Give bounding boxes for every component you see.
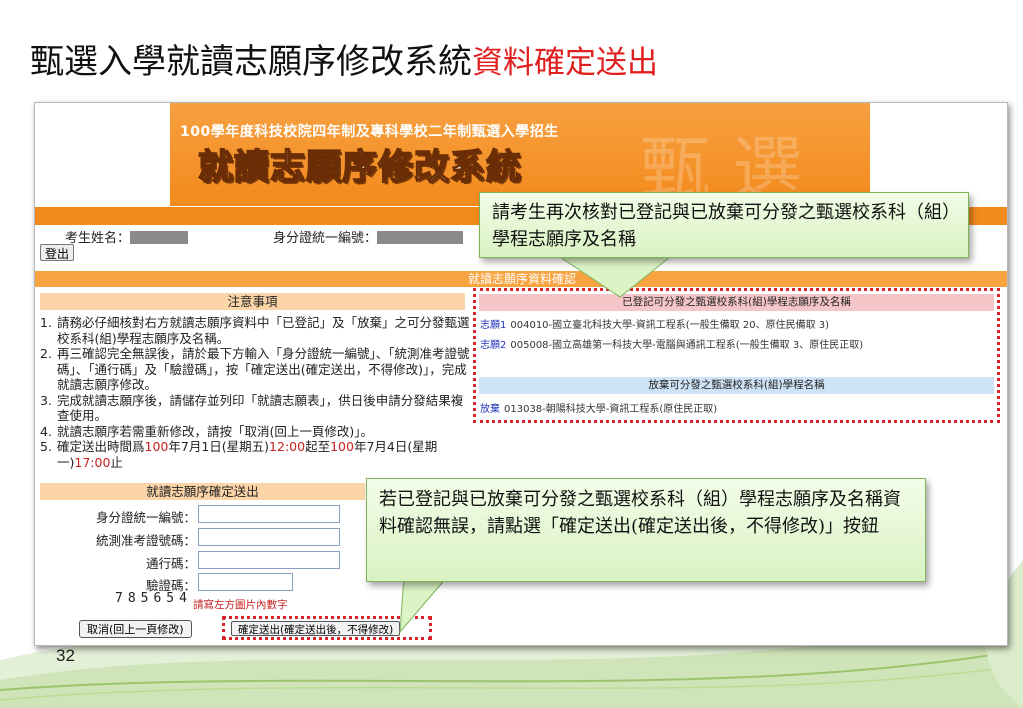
- page-number: 32: [56, 646, 75, 665]
- abandoned-heading: 放棄可分發之甄選校系科(組)學程名稱: [479, 377, 994, 394]
- captcha-image: 785654: [115, 591, 192, 606]
- callout-check-tail: [560, 256, 670, 298]
- callout-check: 請考生再次核對已登記與已放棄可分發之甄選校系科（組）學程志願序及名稱: [479, 192, 969, 258]
- id-number-label: 身分證統一編號：: [95, 510, 196, 525]
- logout-button[interactable]: 登出: [40, 244, 75, 261]
- confirm-heading: 就讀志願序確定送出: [40, 483, 365, 500]
- registered-row: 志願1 004010-國立臺北科技大學-資訊工程系(一般生備取 20、原住民備取 …: [480, 320, 830, 331]
- student-name-row: 考生姓名：: [65, 227, 189, 246]
- submit-button[interactable]: 確定送出(確定送出後，不得修改): [231, 621, 401, 636]
- registered-heading: 已登記可分發之甄選校系科(組)學程志願序及名稱: [479, 294, 994, 311]
- id-number-input[interactable]: [198, 505, 340, 523]
- registered-row: 志願2 005008-國立高雄第一科技大學-電腦與通訊工程系(一般生備取 3、原住…: [480, 340, 864, 351]
- student-name-masked: [130, 231, 189, 244]
- notice-item-deadline: 5. 確定送出時間爲100年7月1日(星期五)12:00起至100年7月4日(星期…: [40, 439, 438, 470]
- passcode-label: 通行碼：: [145, 556, 196, 571]
- student-id-masked: [377, 231, 464, 244]
- slide-title-main: 甄選入學就讀志願序修改系統: [30, 42, 472, 82]
- student-id-row: 身分證統一編號：: [273, 227, 464, 246]
- notice-heading: 注意事項: [40, 293, 465, 310]
- slide-title-accent: 資料確定送出: [472, 45, 658, 81]
- banner-title: 就讀志願序修改系統: [197, 147, 523, 189]
- passcode-input[interactable]: [198, 551, 340, 569]
- student-name-label: 考生姓名：: [65, 231, 131, 246]
- slide-title: 甄選入學就讀志願序修改系統資料確定送出: [30, 40, 658, 85]
- exam-number-row: 統測准考證號碼：: [40, 528, 350, 548]
- callout-submit: 若已登記與已放棄可分發之甄選校系科（組）學程志願序及名稱資料確認無誤，請點選「確…: [366, 478, 926, 582]
- preference-review-box: 已登記可分發之甄選校系科(組)學程志願序及名稱 志願1 004010-國立臺北科技…: [473, 288, 1000, 423]
- callout-submit-text: 若已登記與已放棄可分發之甄選校系科（組）學程志願序及名稱資料確認無誤，請點選「確…: [379, 489, 901, 537]
- id-number-row: 身分證統一編號：: [40, 505, 350, 525]
- notice-list: 1. 請務必仔細核對右方就讀志願序資料中「已登記」及「放棄」之可分發甄選校系科(組…: [40, 315, 472, 470]
- abandoned-row: 放棄 013038-朝陽科技大學-資訊工程系(原住民正取): [480, 404, 718, 415]
- captcha-hint: 請寫左方圖片內數字: [193, 599, 288, 611]
- verify-code-row: 驗證碼：: [40, 573, 350, 593]
- callout-check-text: 請考生再次核對已登記與已放棄可分發之甄選校系科（組）學程志願序及名稱: [492, 202, 951, 250]
- student-id-label: 身分證統一編號：: [273, 231, 378, 246]
- notice-item: 2. 再三確認完全無誤後，請於最下方輸入「身分證統一編號」、「統測准考證號碼」、「…: [40, 346, 470, 392]
- verify-code-input[interactable]: [198, 573, 293, 591]
- notice-item: 3. 完成就讀志願序後，請儲存並列印「就讀志願表」，供日後申請分發結果複查使用。: [40, 392, 464, 424]
- exam-number-label: 統測准考證號碼：: [95, 533, 196, 548]
- section-title: 就讀志願序資料確認: [35, 271, 1007, 287]
- cancel-button[interactable]: 取消(回上一頁修改): [79, 620, 192, 638]
- banner-subtitle: 100學年度科技校院四年制及專科學校二年制甄選入學招生: [180, 124, 559, 140]
- notice-item: 1. 請務必仔細核對右方就讀志願序資料中「已登記」及「放棄」之可分發甄選校系科(組…: [40, 315, 470, 346]
- notice-item: 4. 就讀志願序若需重新修改，請按「取消(回上一頁修改)」。: [40, 423, 374, 439]
- passcode-row: 通行碼：: [40, 551, 350, 571]
- exam-number-input[interactable]: [198, 528, 340, 546]
- callout-submit-tail: [399, 575, 450, 633]
- system-banner: 甄 選 100學年度科技校院四年制及專科學校二年制甄選入學招生 就讀志願序修改系…: [170, 103, 870, 210]
